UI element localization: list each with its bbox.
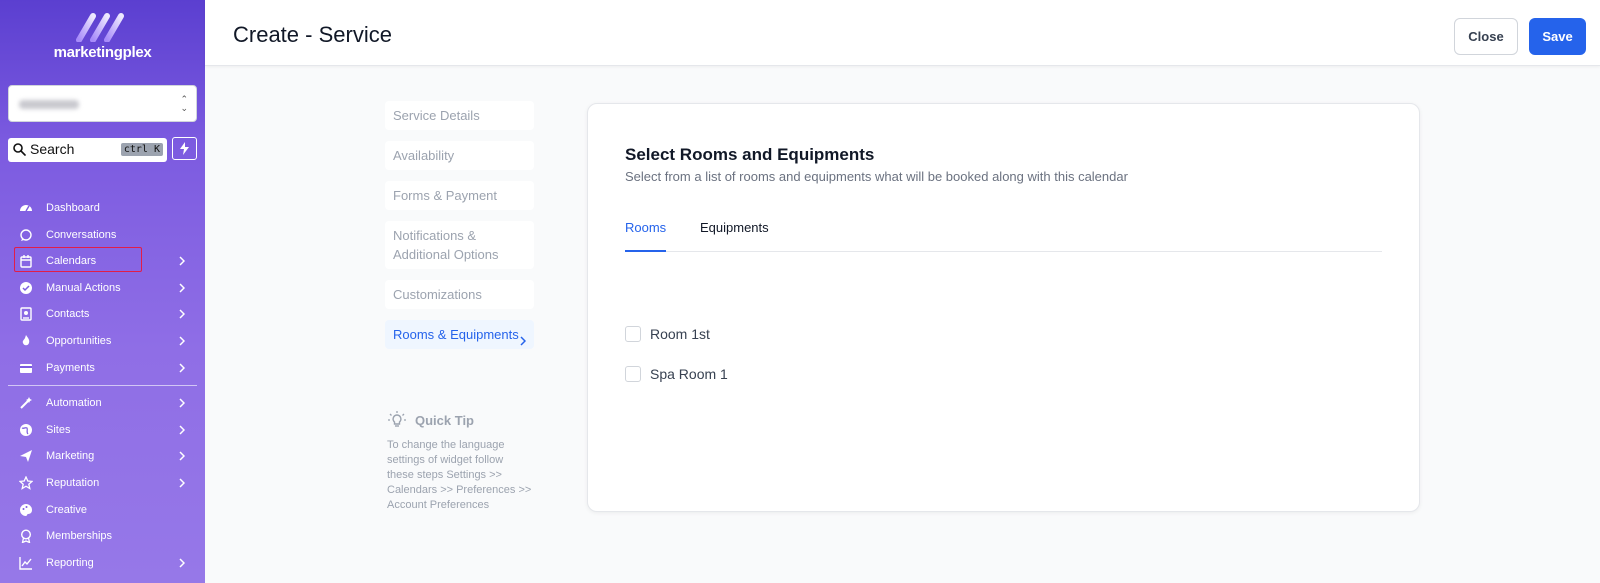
sidebar-item-label: Automation <box>46 397 102 410</box>
card-subtitle: Select from a list of rooms and equipmen… <box>625 169 1128 184</box>
room-option[interactable]: Spa Room 1 <box>625 366 728 382</box>
quick-tip-header: Quick Tip <box>387 410 532 430</box>
sidebar-item-reporting[interactable]: Reporting <box>0 550 205 577</box>
step-service-details[interactable]: Service Details <box>385 101 534 130</box>
sidebar-item-label: Memberships <box>46 530 113 543</box>
account-switcher[interactable]: ⌃ ⌄ <box>8 85 197 122</box>
sidebar-item-conversations[interactable]: Conversations <box>0 222 205 249</box>
save-button[interactable]: Save <box>1529 18 1586 55</box>
step-rooms-equipments[interactable]: Rooms & Equipments <box>385 320 534 349</box>
room-checkbox[interactable] <box>625 366 641 382</box>
chart-icon <box>19 556 32 570</box>
brand-logo[interactable]: marketingplex <box>0 12 205 70</box>
quick-tip: Quick Tip To change the language setting… <box>387 410 532 513</box>
dashboard-icon <box>20 205 32 212</box>
search-input[interactable]: Search ctrl K <box>8 138 167 162</box>
sidebar-item-label: Sites <box>46 423 71 436</box>
chevron-right-icon <box>179 256 185 266</box>
sidebar-item-dashboard[interactable]: Dashboard <box>0 195 205 222</box>
sidebar-item-label: Conversations <box>46 228 117 241</box>
sidebar-item-label: Opportunities <box>46 334 112 347</box>
steps-nav: Service Details Availability Forms & Pay… <box>385 101 534 360</box>
step-availability[interactable]: Availability <box>385 141 534 170</box>
sidebar-divider <box>8 385 197 387</box>
check-circle-icon <box>20 281 32 294</box>
credit-card-icon <box>20 363 32 373</box>
sidebar-item-label: Creative <box>46 503 87 516</box>
lightning-icon <box>180 142 189 155</box>
close-button[interactable]: Close <box>1454 18 1518 55</box>
sidebar-item-label: Contacts <box>46 308 90 321</box>
logo-icon <box>75 13 124 42</box>
account-name-blurred <box>19 100 79 109</box>
rooms-equipments-card: Select Rooms and Equipments Select from … <box>587 103 1420 512</box>
contacts-icon <box>20 307 32 322</box>
sidebar-item-reputation[interactable]: Reputation <box>0 470 205 497</box>
flame-icon <box>22 334 30 346</box>
globe-icon <box>20 423 32 436</box>
sidebar: marketingplex ⌃ ⌄ Search ctrl K Dashboard… <box>0 0 205 583</box>
sidebar-item-marketing[interactable]: Marketing <box>0 443 205 470</box>
search-shortcut-badge: ctrl K <box>120 143 163 156</box>
sidebar-item-label: Reporting <box>46 556 94 569</box>
room-option[interactable]: Room 1st <box>625 326 710 342</box>
star-icon <box>19 475 33 490</box>
room-label: Spa Room 1 <box>650 366 728 382</box>
sidebar-item-opportunities[interactable]: Opportunities <box>0 328 205 355</box>
sidebar-item-label: Reputation <box>46 476 100 489</box>
chevron-right-icon <box>179 425 185 435</box>
chevron-right-icon <box>179 363 185 373</box>
page-title: Create - Service <box>233 22 392 47</box>
quick-tip-title: Quick Tip <box>415 412 474 428</box>
sidebar-item-contacts[interactable]: Contacts <box>0 301 205 328</box>
chevron-right-icon <box>179 558 185 568</box>
chevron-right-icon <box>179 478 185 488</box>
sidebar-item-label: Payments <box>46 361 95 374</box>
award-icon <box>20 529 32 544</box>
chevron-right-icon <box>179 336 185 346</box>
chevron-right-icon <box>520 336 526 346</box>
brand-name: marketingplex <box>53 44 152 61</box>
sidebar-item-sites[interactable]: Sites <box>0 417 205 444</box>
step-label: Rooms & Equipments <box>393 327 519 342</box>
magic-wand-icon <box>20 397 32 409</box>
chevron-right-icon <box>179 283 185 293</box>
sidebar-item-creative[interactable]: Creative <box>0 497 205 524</box>
chevron-right-icon <box>179 398 185 408</box>
tab-equipments[interactable]: Equipments <box>700 220 769 252</box>
select-arrows-icon: ⌃ ⌄ <box>180 94 188 113</box>
focus-highlight-box <box>14 247 142 272</box>
lightbulb-icon <box>388 411 406 427</box>
sidebar-item-automation[interactable]: Automation <box>0 390 205 417</box>
card-title: Select Rooms and Equipments <box>625 145 875 164</box>
room-checkbox[interactable] <box>625 326 641 342</box>
sidebar-item-label: Manual Actions <box>46 281 121 294</box>
sidebar-item-memberships[interactable]: Memberships <box>0 523 205 550</box>
paper-plane-icon <box>20 450 32 463</box>
sidebar-item-label: Marketing <box>46 450 95 463</box>
step-forms-payment[interactable]: Forms & Payment <box>385 181 534 210</box>
quick-action-button[interactable] <box>172 137 197 160</box>
chevron-right-icon <box>179 309 185 319</box>
chevron-right-icon <box>179 451 185 461</box>
quick-tip-body: To change the language settings of widge… <box>387 439 532 511</box>
tab-rooms[interactable]: Rooms <box>625 220 667 252</box>
step-notifications[interactable]: Notifications & Additional Options <box>385 221 534 269</box>
palette-icon <box>20 503 32 516</box>
room-label: Room 1st <box>650 326 710 342</box>
chat-icon <box>20 228 32 241</box>
page-header: Create - Service Close Save <box>205 0 1600 66</box>
tabs: Rooms Equipments <box>625 220 1382 252</box>
sidebar-item-label: Dashboard <box>46 202 100 214</box>
search-icon <box>13 143 26 156</box>
search-label: Search <box>30 141 75 157</box>
step-customizations[interactable]: Customizations <box>385 280 534 309</box>
sidebar-item-manual-actions[interactable]: Manual Actions <box>0 275 205 302</box>
sidebar-item-payments[interactable]: Payments <box>0 355 205 382</box>
